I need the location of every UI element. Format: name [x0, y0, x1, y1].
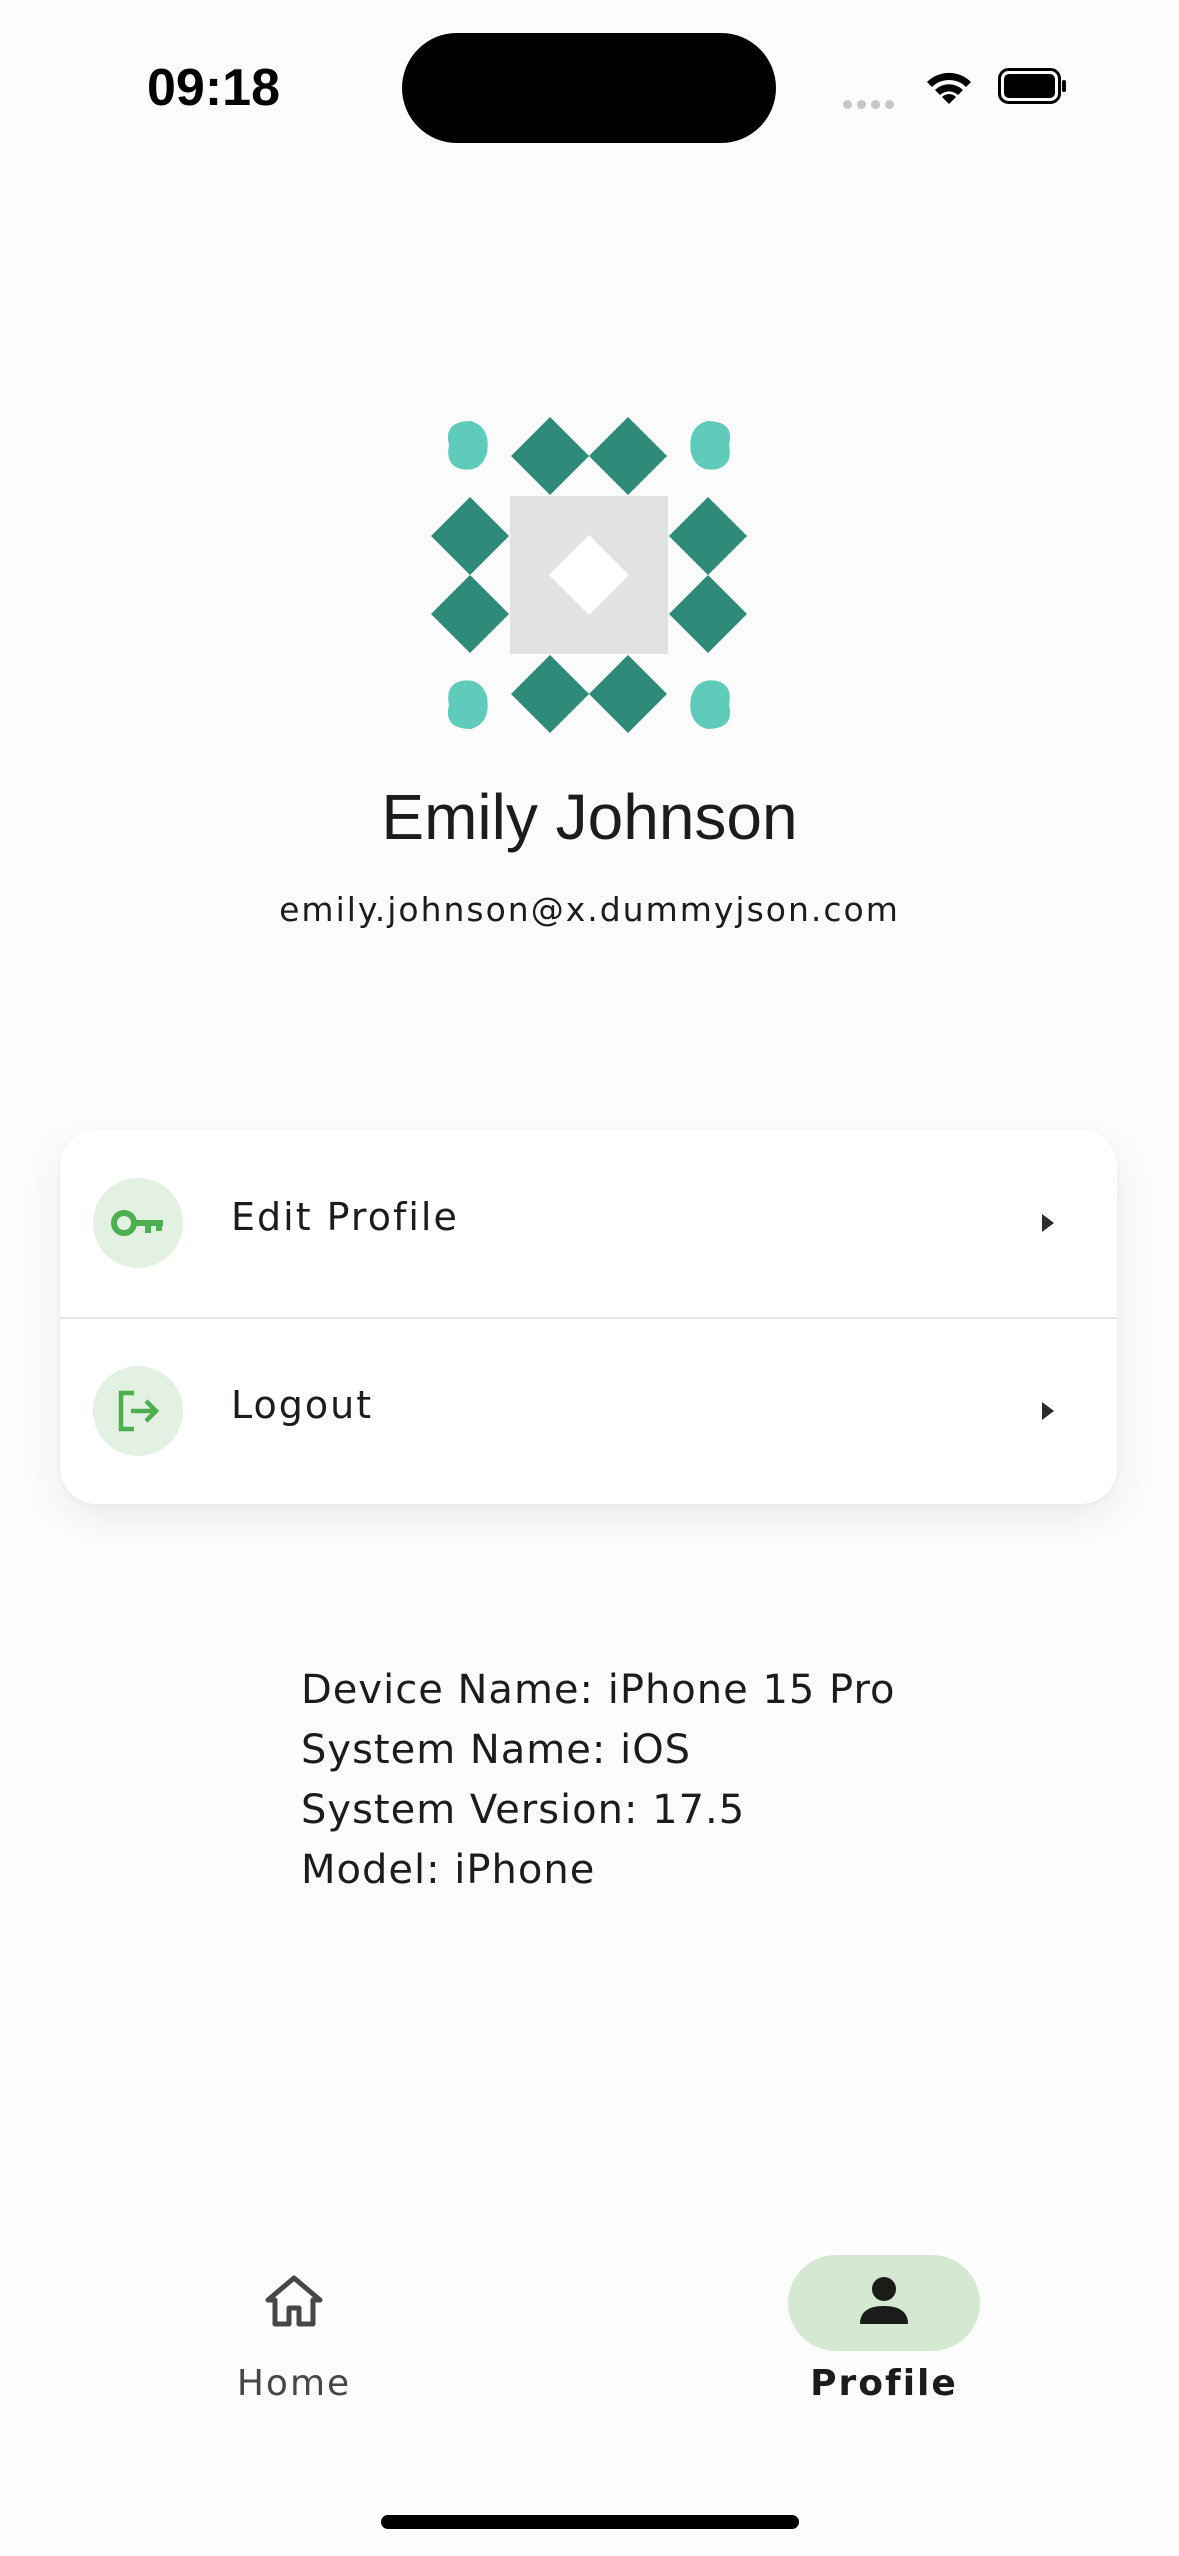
profile-menu-card: Edit Profile Logout [60, 1130, 1117, 1504]
home-indicator [381, 2515, 799, 2529]
avatar [431, 417, 747, 733]
device-name-text: Device Name: iPhone 15 Pro [301, 1667, 896, 1713]
nav-profile-indicator [788, 2255, 980, 2351]
model-text: Model: iPhone [301, 1847, 596, 1893]
chevron-right-icon [1040, 1400, 1056, 1426]
nav-item-profile[interactable]: Profile [788, 2255, 980, 2415]
profile-email: emily.johnson@x.dummyjson.com [279, 890, 900, 929]
chevron-right-icon [1040, 1212, 1056, 1238]
nav-home-label: Home [236, 2363, 352, 2404]
logout-icon [93, 1366, 183, 1456]
system-version-text: System Version: 17.5 [301, 1787, 746, 1833]
home-icon [264, 2274, 324, 2332]
status-time: 09:18 [147, 59, 280, 117]
key-icon [93, 1178, 183, 1268]
profile-name: Emily Johnson [381, 781, 798, 853]
logout-label: Logout [231, 1383, 374, 1427]
dynamic-island [402, 33, 776, 143]
wifi-icon [923, 66, 975, 110]
system-name-text: System Name: iOS [301, 1727, 692, 1773]
nav-home-indicator [198, 2255, 390, 2351]
person-icon [857, 2274, 911, 2332]
nav-profile-label: Profile [810, 2363, 958, 2404]
nav-item-home[interactable]: Home [198, 2255, 390, 2415]
battery-icon [998, 68, 1068, 104]
cellular-signal-icon [843, 94, 899, 113]
edit-profile-row[interactable]: Edit Profile [60, 1130, 1117, 1317]
device-info: Device Name: iPhone 15 Pro System Name: … [301, 1660, 896, 1900]
edit-profile-label: Edit Profile [231, 1195, 459, 1239]
logout-row[interactable]: Logout [60, 1318, 1117, 1505]
